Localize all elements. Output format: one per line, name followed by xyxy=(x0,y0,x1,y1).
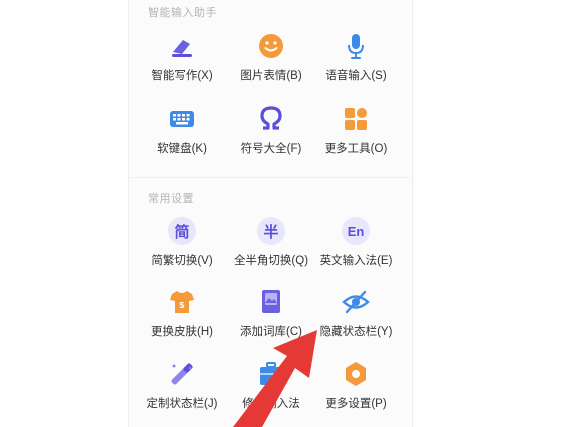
soft-keyboard-button[interactable]: 软键盘(K) xyxy=(138,105,226,165)
keyboard-icon xyxy=(168,105,196,133)
section-title-common: 常用设置 xyxy=(148,193,194,205)
omega-icon xyxy=(257,105,285,133)
smart-write-button[interactable]: 智能写作(X) xyxy=(138,32,226,92)
hide-status-bar-label: 隐藏状态栏(Y) xyxy=(319,326,393,338)
tshirt-icon: S xyxy=(168,288,196,316)
section-title-smart: 智能输入助手 xyxy=(148,7,217,19)
microphone-icon xyxy=(342,32,370,60)
magic-wand-icon xyxy=(168,360,196,388)
book-icon xyxy=(257,288,285,316)
voice-input-button[interactable]: 语音输入(S) xyxy=(312,32,400,92)
ban-icon: 半 xyxy=(257,217,285,245)
gear-icon xyxy=(342,360,370,388)
traditional-simplified-button[interactable]: 简 简繁切换(V) xyxy=(138,217,226,277)
en-icon: En xyxy=(342,217,370,245)
repair-input-method-button[interactable]: 修复输入法 xyxy=(227,360,315,420)
hide-status-bar-button[interactable]: 隐藏状态栏(Y) xyxy=(312,288,400,348)
en-glyph: En xyxy=(342,217,370,245)
symbols-button[interactable]: 符号大全(F) xyxy=(227,105,315,165)
half-full-width-button[interactable]: 半 全半角切换(Q) xyxy=(227,217,315,277)
jian-glyph: 简 xyxy=(168,217,196,245)
pencil-eraser-icon xyxy=(168,32,196,60)
english-input-button[interactable]: En 英文输入法(E) xyxy=(312,217,400,277)
add-dictionary-button[interactable]: 添加词库(C) xyxy=(227,288,315,348)
jian-icon: 简 xyxy=(168,217,196,245)
toolbox-icon xyxy=(257,360,285,388)
more-tools-label: 更多工具(O) xyxy=(324,143,388,155)
english-input-label: 英文输入法(E) xyxy=(319,255,393,267)
more-settings-label: 更多设置(P) xyxy=(325,398,387,410)
grid-icon xyxy=(342,105,370,133)
voice-input-label: 语音输入(S) xyxy=(325,70,387,82)
custom-status-bar-button[interactable]: 定制状态栏(J) xyxy=(138,360,226,420)
emoji-button[interactable]: 图片表情(B) xyxy=(227,32,315,92)
section-divider xyxy=(130,177,409,178)
change-skin-button[interactable]: S 更换皮肤(H) xyxy=(138,288,226,348)
ban-glyph: 半 xyxy=(257,217,285,245)
more-tools-button[interactable]: 更多工具(O) xyxy=(312,105,400,165)
smiley-icon xyxy=(257,32,285,60)
svg-text:S: S xyxy=(179,301,185,310)
more-settings-button[interactable]: 更多设置(P) xyxy=(312,360,400,420)
eye-hidden-icon xyxy=(342,288,370,316)
